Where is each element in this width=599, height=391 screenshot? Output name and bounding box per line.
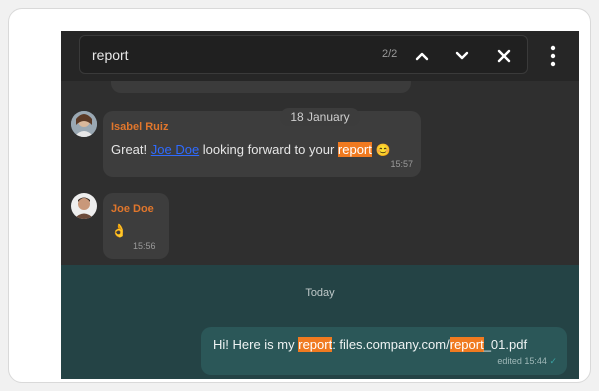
chevron-up-icon: [415, 52, 429, 61]
previous-result-button[interactable]: [410, 44, 434, 68]
date-separator-today: Today: [305, 287, 335, 299]
text-segment: _01.pdf: [483, 337, 528, 352]
more-options-button[interactable]: [543, 41, 563, 71]
message-bubble[interactable]: Isabel Ruiz Great! Joe Doe looking forwa…: [103, 111, 421, 177]
search-bar: 2/2: [61, 31, 579, 81]
window-frame: 2/2: [8, 8, 591, 383]
text-segment: : files.company.com/: [332, 337, 450, 352]
chat-app: 2/2: [61, 31, 579, 379]
read-check-icon: ✓: [549, 356, 557, 366]
sender-name[interactable]: Joe Doe: [111, 203, 154, 215]
avatar-image: [71, 193, 97, 219]
avatar-joe-doe[interactable]: [71, 193, 97, 219]
text-segment: looking forward to your: [199, 142, 338, 157]
search-result-count: 2/2: [382, 48, 398, 60]
previous-message-bubble: [111, 81, 411, 93]
sender-name[interactable]: Isabel Ruiz: [111, 121, 168, 133]
ok-hand-emoji: 👌: [111, 223, 128, 238]
next-result-button[interactable]: [450, 44, 474, 68]
close-icon: [497, 49, 511, 63]
close-search-button[interactable]: [492, 44, 516, 68]
search-highlight: report: [449, 337, 484, 352]
message-time: 15:56: [133, 241, 156, 251]
more-vertical-icon: [550, 45, 556, 67]
message-time: 15:44: [524, 356, 547, 366]
search-box: 2/2: [79, 35, 528, 74]
message-meta: edited 15:44 ✓: [497, 356, 557, 367]
avatar-isabel-ruiz[interactable]: [71, 111, 97, 137]
text-segment: Great!: [111, 142, 151, 157]
avatar-image: [71, 111, 97, 137]
search-highlight: report: [298, 337, 333, 352]
smile-emoji: 😊: [375, 143, 391, 157]
chevron-down-icon: [455, 51, 469, 60]
message-bubble[interactable]: Joe Doe 👌 15:56: [103, 193, 169, 259]
text-segment: Hi! Here is my: [213, 337, 299, 352]
search-highlight: report: [337, 142, 372, 157]
message-time: 15:57: [390, 159, 413, 169]
own-message-bubble[interactable]: Hi! Here is my report: files.company.com…: [201, 327, 567, 375]
message-text: Hi! Here is my report: files.company.com…: [213, 337, 527, 352]
search-input[interactable]: [92, 36, 362, 73]
message-text: Great! Joe Doe looking forward to your r…: [111, 142, 390, 157]
date-separator: 18 January: [280, 108, 360, 126]
edited-label: edited: [497, 356, 522, 366]
mention-link[interactable]: Joe Doe: [151, 142, 199, 157]
